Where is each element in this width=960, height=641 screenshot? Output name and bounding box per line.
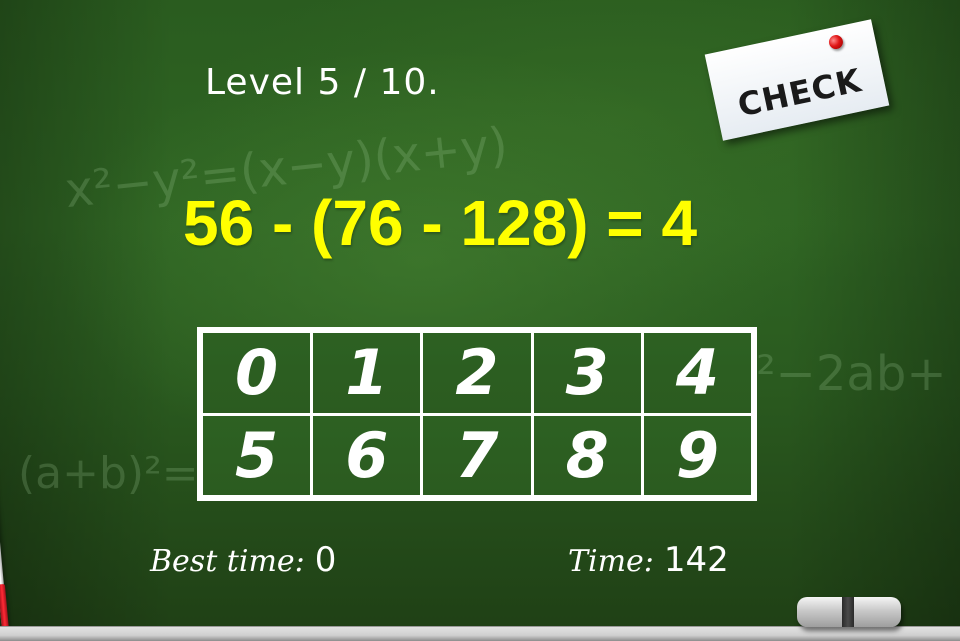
keypad-key-6[interactable]: 6 (313, 415, 421, 495)
level-total: 10. (379, 62, 440, 103)
keypad-key-2[interactable]: 2 (423, 333, 531, 413)
eraser-button[interactable] (797, 597, 901, 627)
pushpin-icon (827, 33, 845, 51)
chalk-ledge (0, 626, 960, 641)
best-time-value: 0 (314, 540, 337, 580)
timer-value: 142 (663, 540, 729, 580)
number-keypad: 0 1 2 3 4 5 6 7 8 9 (197, 327, 757, 501)
keypad-key-0[interactable]: 0 (203, 333, 311, 413)
keypad-key-7[interactable]: 7 (423, 415, 531, 495)
level-indicator: Level 5 / 10. (205, 62, 440, 103)
level-current: 5 (317, 62, 342, 103)
best-time: Best time: 0 (150, 540, 336, 580)
level-label: Level (205, 62, 306, 103)
timer-label: Time: (568, 544, 654, 579)
keypad-key-3[interactable]: 3 (533, 333, 641, 413)
keypad-key-9[interactable]: 9 (643, 415, 751, 495)
level-separator: / (353, 62, 367, 103)
eraser-band (842, 597, 854, 627)
keypad-key-4[interactable]: 4 (643, 333, 751, 413)
keypad-key-5[interactable]: 5 (203, 415, 311, 495)
keypad-key-8[interactable]: 8 (533, 415, 641, 495)
timer: Time: 142 (568, 540, 729, 580)
equation: 56 - (76 - 128) = 4 (182, 187, 698, 259)
best-time-label: Best time: (150, 544, 305, 579)
keypad-key-1[interactable]: 1 (313, 333, 421, 413)
